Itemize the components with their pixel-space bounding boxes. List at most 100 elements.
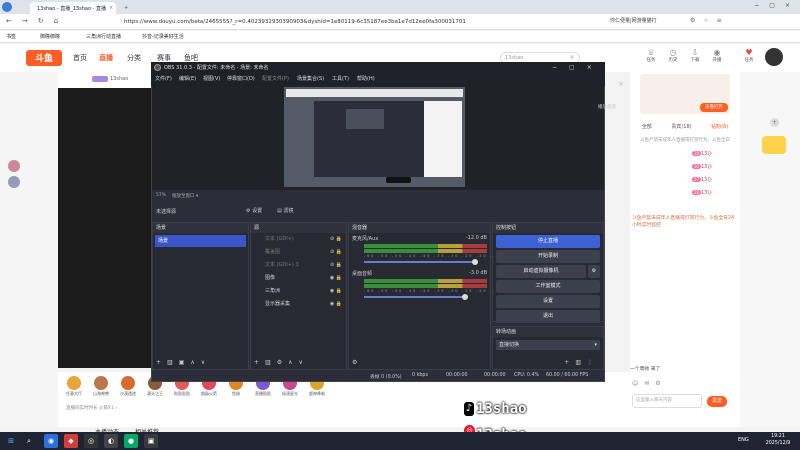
event-badge[interactable]: [762, 136, 786, 154]
app-taskbar-icon[interactable]: ●: [124, 434, 138, 448]
bookmark-item[interactable]: 三角洲行动直播: [86, 33, 121, 40]
tab-vip[interactable]: 贵宾(18): [671, 123, 691, 133]
taskbar-clock[interactable]: 19:21 2025/12/9: [760, 433, 796, 447]
bookmark-folder[interactable]: 书签: [6, 33, 16, 40]
up-icon[interactable]: ∧: [190, 359, 200, 366]
trash-icon[interactable]: ▥: [575, 359, 587, 366]
source-visibility-icons[interactable]: ◉ 🔒: [330, 285, 342, 298]
virtual-camera-button[interactable]: 启动虚拟摄像机: [496, 265, 586, 278]
back-icon[interactable]: ←: [6, 17, 22, 25]
avatar[interactable]: [8, 160, 20, 172]
chat-user[interactable]: 13ひ: [701, 178, 712, 183]
source-visibility-icons[interactable]: ◉ 🔒: [330, 272, 342, 285]
maximize-icon[interactable]: ▢: [769, 2, 785, 9]
plus-icon[interactable]: +: [770, 118, 779, 127]
new-tab-button[interactable]: +: [120, 2, 128, 14]
app-taskbar-icon[interactable]: ◐: [104, 434, 118, 448]
slider-handle[interactable]: [472, 259, 478, 265]
exit-button[interactable]: 退出: [496, 310, 600, 323]
menu-edit[interactable]: 编辑(E): [179, 75, 196, 82]
scene-item[interactable]: 场景: [155, 235, 246, 247]
forward-icon[interactable]: →: [22, 17, 38, 25]
browser-search-hint[interactable]: 你仁便量|网游量猫打: [610, 17, 657, 24]
trash-icon[interactable]: ▥: [167, 359, 179, 366]
up-icon[interactable]: ∧: [288, 359, 298, 366]
start-recording-button[interactable]: 开始录制: [496, 250, 600, 263]
emoji-icon[interactable]: ☺: [632, 380, 644, 387]
source-item[interactable]: 覆盖图 ⊘ 🔒: [251, 246, 346, 259]
source-visibility-icons[interactable]: ⊘ 🔒: [330, 233, 342, 246]
close-icon[interactable]: ×: [618, 80, 624, 88]
header-broadcast[interactable]: ◉ 开播: [706, 48, 728, 63]
menu-file[interactable]: 文件(F): [155, 75, 172, 82]
filter-icon[interactable]: ▣: [179, 359, 191, 366]
url-field[interactable]: https://www.douyu.com/beta/2465555?_r=0.…: [124, 16, 480, 28]
app-taskbar-icon[interactable]: ◆: [64, 434, 78, 448]
down-icon[interactable]: ∨: [201, 359, 211, 366]
gear-icon[interactable]: ⚙: [277, 359, 288, 366]
bookmark-item[interactable]: 抖音-记录美好生活: [142, 33, 184, 40]
live-notice[interactable]: 直播间实时时长 火箭X1 ›: [66, 405, 117, 411]
source-item[interactable]: 显示器采集 ◉ 🔒: [251, 298, 346, 311]
close-icon[interactable]: ×: [109, 5, 113, 11]
windows-start-icon[interactable]: ⊞: [4, 434, 18, 448]
close-icon[interactable]: ×: [587, 64, 604, 71]
chat-user[interactable]: 13ひ: [701, 152, 712, 157]
down-icon[interactable]: ∨: [299, 359, 309, 366]
menu-dots-icon[interactable]: ⋮: [587, 359, 599, 366]
search-icon[interactable]: ⌕: [570, 53, 574, 62]
chat-user[interactable]: 13ひ: [701, 165, 712, 170]
video-player[interactable]: [58, 88, 153, 368]
stop-streaming-button[interactable]: 停止直播: [496, 235, 600, 248]
header-history[interactable]: ◷ 历史: [662, 48, 684, 63]
studio-mode-button[interactable]: 工作室模式: [496, 280, 600, 293]
menu-docks[interactable]: 停靠窗口(D): [227, 75, 255, 82]
add-icon[interactable]: +: [156, 359, 167, 366]
close-window-icon[interactable]: ×: [785, 2, 800, 9]
maximize-icon[interactable]: ▢: [569, 64, 587, 71]
menu-icon[interactable]: ≡: [717, 17, 730, 24]
trash-icon[interactable]: ▥: [265, 359, 277, 366]
obs-taskbar-icon[interactable]: ◎: [84, 434, 98, 448]
gear-icon[interactable]: ⚙: [588, 265, 600, 278]
minimize-icon[interactable]: −: [552, 64, 569, 71]
mixer-gear-icon[interactable]: ⚙: [352, 359, 357, 366]
add-icon[interactable]: +: [564, 359, 575, 366]
tab-douyu[interactable]: 13shao - 直播_13shao - 直播 ×: [30, 2, 116, 14]
slider-handle[interactable]: [462, 294, 468, 300]
properties-button[interactable]: ⚙ 设置: [246, 207, 262, 214]
volume-slider[interactable]: [364, 293, 487, 301]
source-item[interactable]: 三角洲 ◉ 🔒: [251, 285, 346, 298]
transition-select[interactable]: 直接切换 ▾: [496, 340, 600, 350]
bookmark-item[interactable]: 御瞳御瞳: [40, 33, 60, 40]
browser-taskbar-icon[interactable]: ◉: [44, 434, 58, 448]
gift-item[interactable]: 任意大厅: [62, 376, 86, 397]
avatar[interactable]: [765, 48, 783, 66]
anchor-name[interactable]: 13shao: [110, 76, 128, 82]
source-item[interactable]: 文本 (GDI+) ⊘ 🔒: [251, 233, 346, 246]
nav-live[interactable]: 直播: [99, 53, 113, 63]
star-icon[interactable]: ☆: [703, 17, 716, 24]
source-visibility-icons[interactable]: ⊘ 🔒: [330, 246, 342, 259]
chat-input[interactable]: 这里输入聊天内容: [632, 394, 702, 408]
tab-diamond[interactable]: 钻粉(8): [711, 123, 728, 133]
obs-preview-canvas[interactable]: [284, 87, 465, 187]
header-download[interactable]: ⇩ 下载: [684, 48, 706, 63]
source-visibility-icons[interactable]: ⊘ 🔒: [330, 259, 342, 272]
volume-slider[interactable]: [364, 258, 487, 266]
language-indicator[interactable]: ENG: [738, 437, 749, 443]
gift-small-icon[interactable]: ✉: [644, 380, 655, 387]
add-icon[interactable]: +: [254, 359, 265, 366]
home-icon[interactable]: ⌂: [54, 17, 68, 25]
extensions-icon[interactable]: ⚙: [690, 17, 703, 24]
header-gift[interactable]: ♥ 任务: [738, 48, 760, 63]
gift-item[interactable]: 沙漠遗迹: [116, 376, 140, 397]
promo-button[interactable]: 去看打开: [700, 103, 728, 112]
avatar[interactable]: [8, 176, 20, 188]
menu-help[interactable]: 帮助(H): [357, 75, 375, 82]
zoom-mode-select[interactable]: 缩放至窗口 ▾: [172, 193, 222, 199]
minimize-icon[interactable]: −: [754, 2, 769, 9]
settings-button[interactable]: 设置: [496, 295, 600, 308]
send-button[interactable]: 发送: [707, 396, 727, 407]
menu-view[interactable]: 视图(V): [203, 75, 220, 82]
